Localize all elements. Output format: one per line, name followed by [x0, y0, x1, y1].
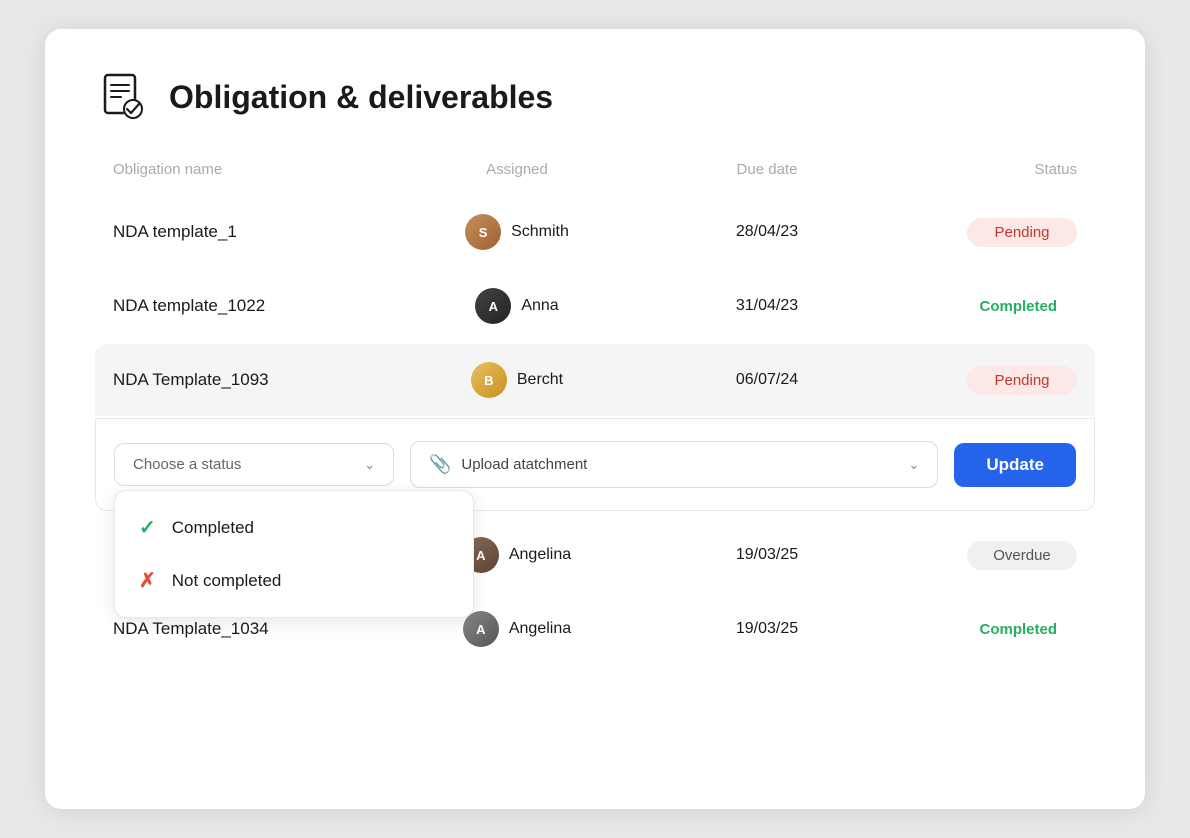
assigned-cell: A Anna — [377, 288, 657, 324]
dropdown-item-completed[interactable]: ✓ Completed — [115, 501, 473, 554]
table-body: NDA template_1 S Schmith 28/04/23 Pendin… — [95, 196, 1095, 665]
avatar: B — [471, 362, 507, 398]
row-name: NDA template_1022 — [113, 296, 377, 316]
dropdown-item-label: Not completed — [172, 571, 282, 591]
status-cell: Pending — [877, 366, 1077, 395]
avatar: A — [475, 288, 511, 324]
due-date: 19/03/25 — [657, 620, 877, 638]
status-badge: Overdue — [967, 541, 1077, 570]
expanded-area: Choose a status ⌄ ✓ Completed ✗ Not comp… — [95, 418, 1095, 511]
col-obligation-name: Obligation name — [113, 161, 377, 178]
upload-label: Upload atatchment — [461, 456, 587, 473]
table-row[interactable]: NDA template_1022 A Anna 31/04/23 Comple… — [95, 270, 1095, 342]
paperclip-icon: 📎 — [429, 454, 451, 475]
assigned-cell: B Bercht — [377, 362, 657, 398]
avatar: A — [463, 611, 499, 647]
due-date: 19/03/25 — [657, 546, 877, 564]
dropdown-item-label: Completed — [172, 518, 254, 538]
page-header: Obligation & deliverables — [95, 69, 1095, 125]
table-row[interactable]: NDA template_1 S Schmith 28/04/23 Pendin… — [95, 196, 1095, 268]
assigned-name: Anna — [521, 297, 558, 315]
status-cell: Pending — [877, 218, 1077, 247]
chevron-down-icon: ⌄ — [364, 457, 375, 473]
assigned-cell: S Schmith — [377, 214, 657, 250]
row-name: NDA Template_1034 — [113, 619, 377, 639]
page-title: Obligation & deliverables — [169, 79, 553, 116]
due-date: 28/04/23 — [657, 223, 877, 241]
expanded-controls: Choose a status ⌄ ✓ Completed ✗ Not comp… — [114, 441, 1076, 488]
col-assigned: Assigned — [377, 161, 657, 178]
avatar: S — [465, 214, 501, 250]
chevron-down-icon: ⌄ — [908, 457, 919, 473]
dropdown-item-not-completed[interactable]: ✗ Not completed — [115, 554, 473, 607]
status-cell: Completed — [877, 615, 1077, 644]
row-name: NDA Template_1093 — [113, 370, 377, 390]
check-icon: ✓ — [139, 515, 156, 540]
table-row[interactable]: NDA Template_1093 B Bercht 06/07/24 Pend… — [95, 344, 1095, 416]
status-badge: Completed — [959, 292, 1077, 321]
status-cell: Completed — [877, 292, 1077, 321]
upload-attachment-dropdown[interactable]: 📎 Upload atatchment ⌄ — [410, 441, 938, 488]
col-status: Status — [877, 161, 1077, 178]
assigned-name: Angelina — [509, 546, 571, 564]
status-dropdown[interactable]: Choose a status ⌄ — [114, 443, 394, 486]
status-dropdown-wrapper: Choose a status ⌄ ✓ Completed ✗ Not comp… — [114, 443, 394, 486]
update-button[interactable]: Update — [954, 443, 1076, 487]
col-due-date: Due date — [657, 161, 877, 178]
status-badge: Pending — [967, 218, 1077, 247]
table-header: Obligation name Assigned Due date Status — [95, 161, 1095, 190]
row-name: NDA template_1 — [113, 222, 377, 242]
status-cell: Overdue — [877, 541, 1077, 570]
status-dropdown-menu: ✓ Completed ✗ Not completed — [114, 490, 474, 618]
upload-inner: 📎 Upload atatchment — [429, 454, 587, 475]
assigned-name: Angelina — [509, 620, 571, 638]
due-date: 06/07/24 — [657, 371, 877, 389]
assigned-name: Schmith — [511, 223, 569, 241]
status-badge: Pending — [967, 366, 1077, 395]
obligation-icon — [95, 69, 151, 125]
x-icon: ✗ — [139, 568, 156, 593]
assigned-name: Bercht — [517, 371, 563, 389]
main-card: Obligation & deliverables Obligation nam… — [45, 29, 1145, 809]
due-date: 31/04/23 — [657, 297, 877, 315]
status-badge: Completed — [959, 615, 1077, 644]
status-dropdown-label: Choose a status — [133, 456, 241, 473]
